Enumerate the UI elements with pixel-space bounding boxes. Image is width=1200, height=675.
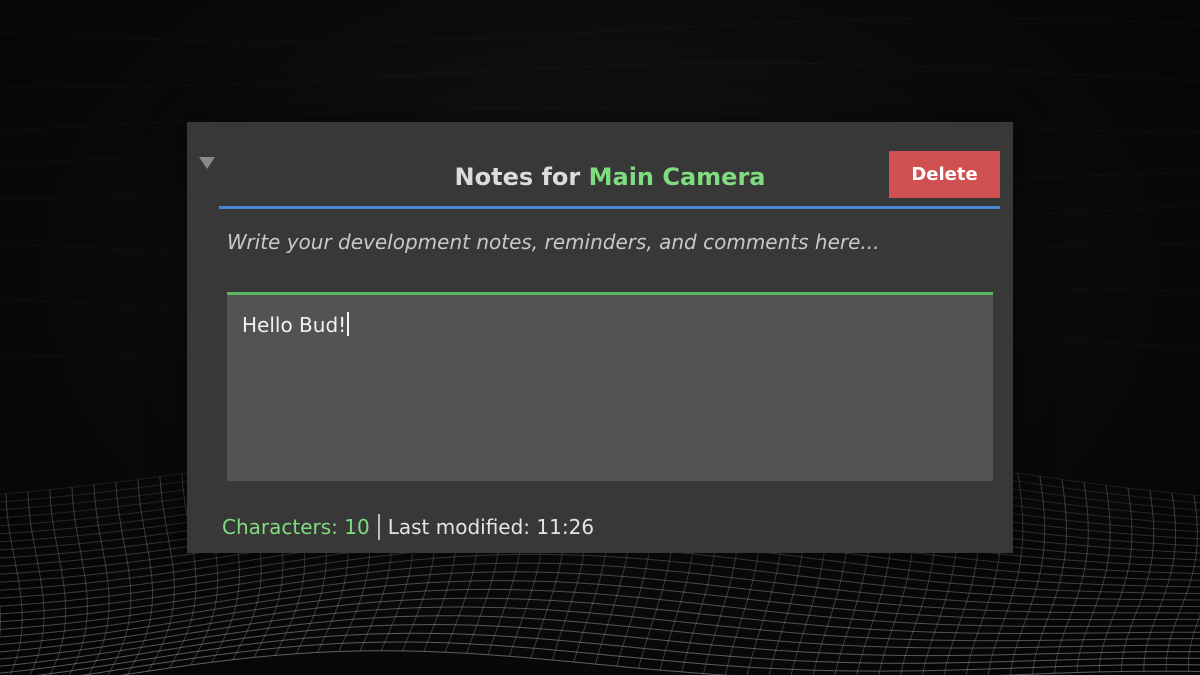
mesh-line bbox=[1121, 490, 1155, 672]
title-prefix: Notes for bbox=[454, 163, 589, 191]
panel-title: Notes for Main Camera bbox=[220, 163, 1000, 191]
triangle-down-icon[interactable] bbox=[199, 157, 215, 169]
help-text: Write your development notes, reminders,… bbox=[227, 230, 880, 254]
text-caret bbox=[347, 312, 350, 336]
mesh-line bbox=[0, 580, 1200, 638]
last-modified: Last modified: 11:26 bbox=[387, 515, 595, 539]
mesh-line bbox=[1143, 492, 1176, 672]
status-bar: Characters: 10 Last modified: 11:26 bbox=[222, 514, 594, 540]
mesh-line bbox=[68, 487, 88, 675]
character-count: Characters: 10 bbox=[222, 515, 370, 539]
status-separator bbox=[377, 514, 380, 540]
mesh-line bbox=[5, 493, 23, 675]
note-content[interactable]: Hello Bud! bbox=[242, 313, 346, 337]
delete-button[interactable]: Delete bbox=[889, 151, 1000, 198]
notes-text-area[interactable]: Hello Bud! bbox=[227, 295, 993, 481]
mesh-line bbox=[0, 603, 2, 639]
title-divider bbox=[219, 206, 1000, 209]
mesh-line bbox=[0, 62, 1200, 88]
mesh-line bbox=[0, 615, 1200, 667]
mesh-line bbox=[0, 588, 1200, 645]
screen-background: Notes for Main Camera Delete Write your … bbox=[0, 0, 1200, 675]
target-object-name: Main Camera bbox=[588, 163, 766, 191]
mesh-line bbox=[0, 17, 1200, 43]
